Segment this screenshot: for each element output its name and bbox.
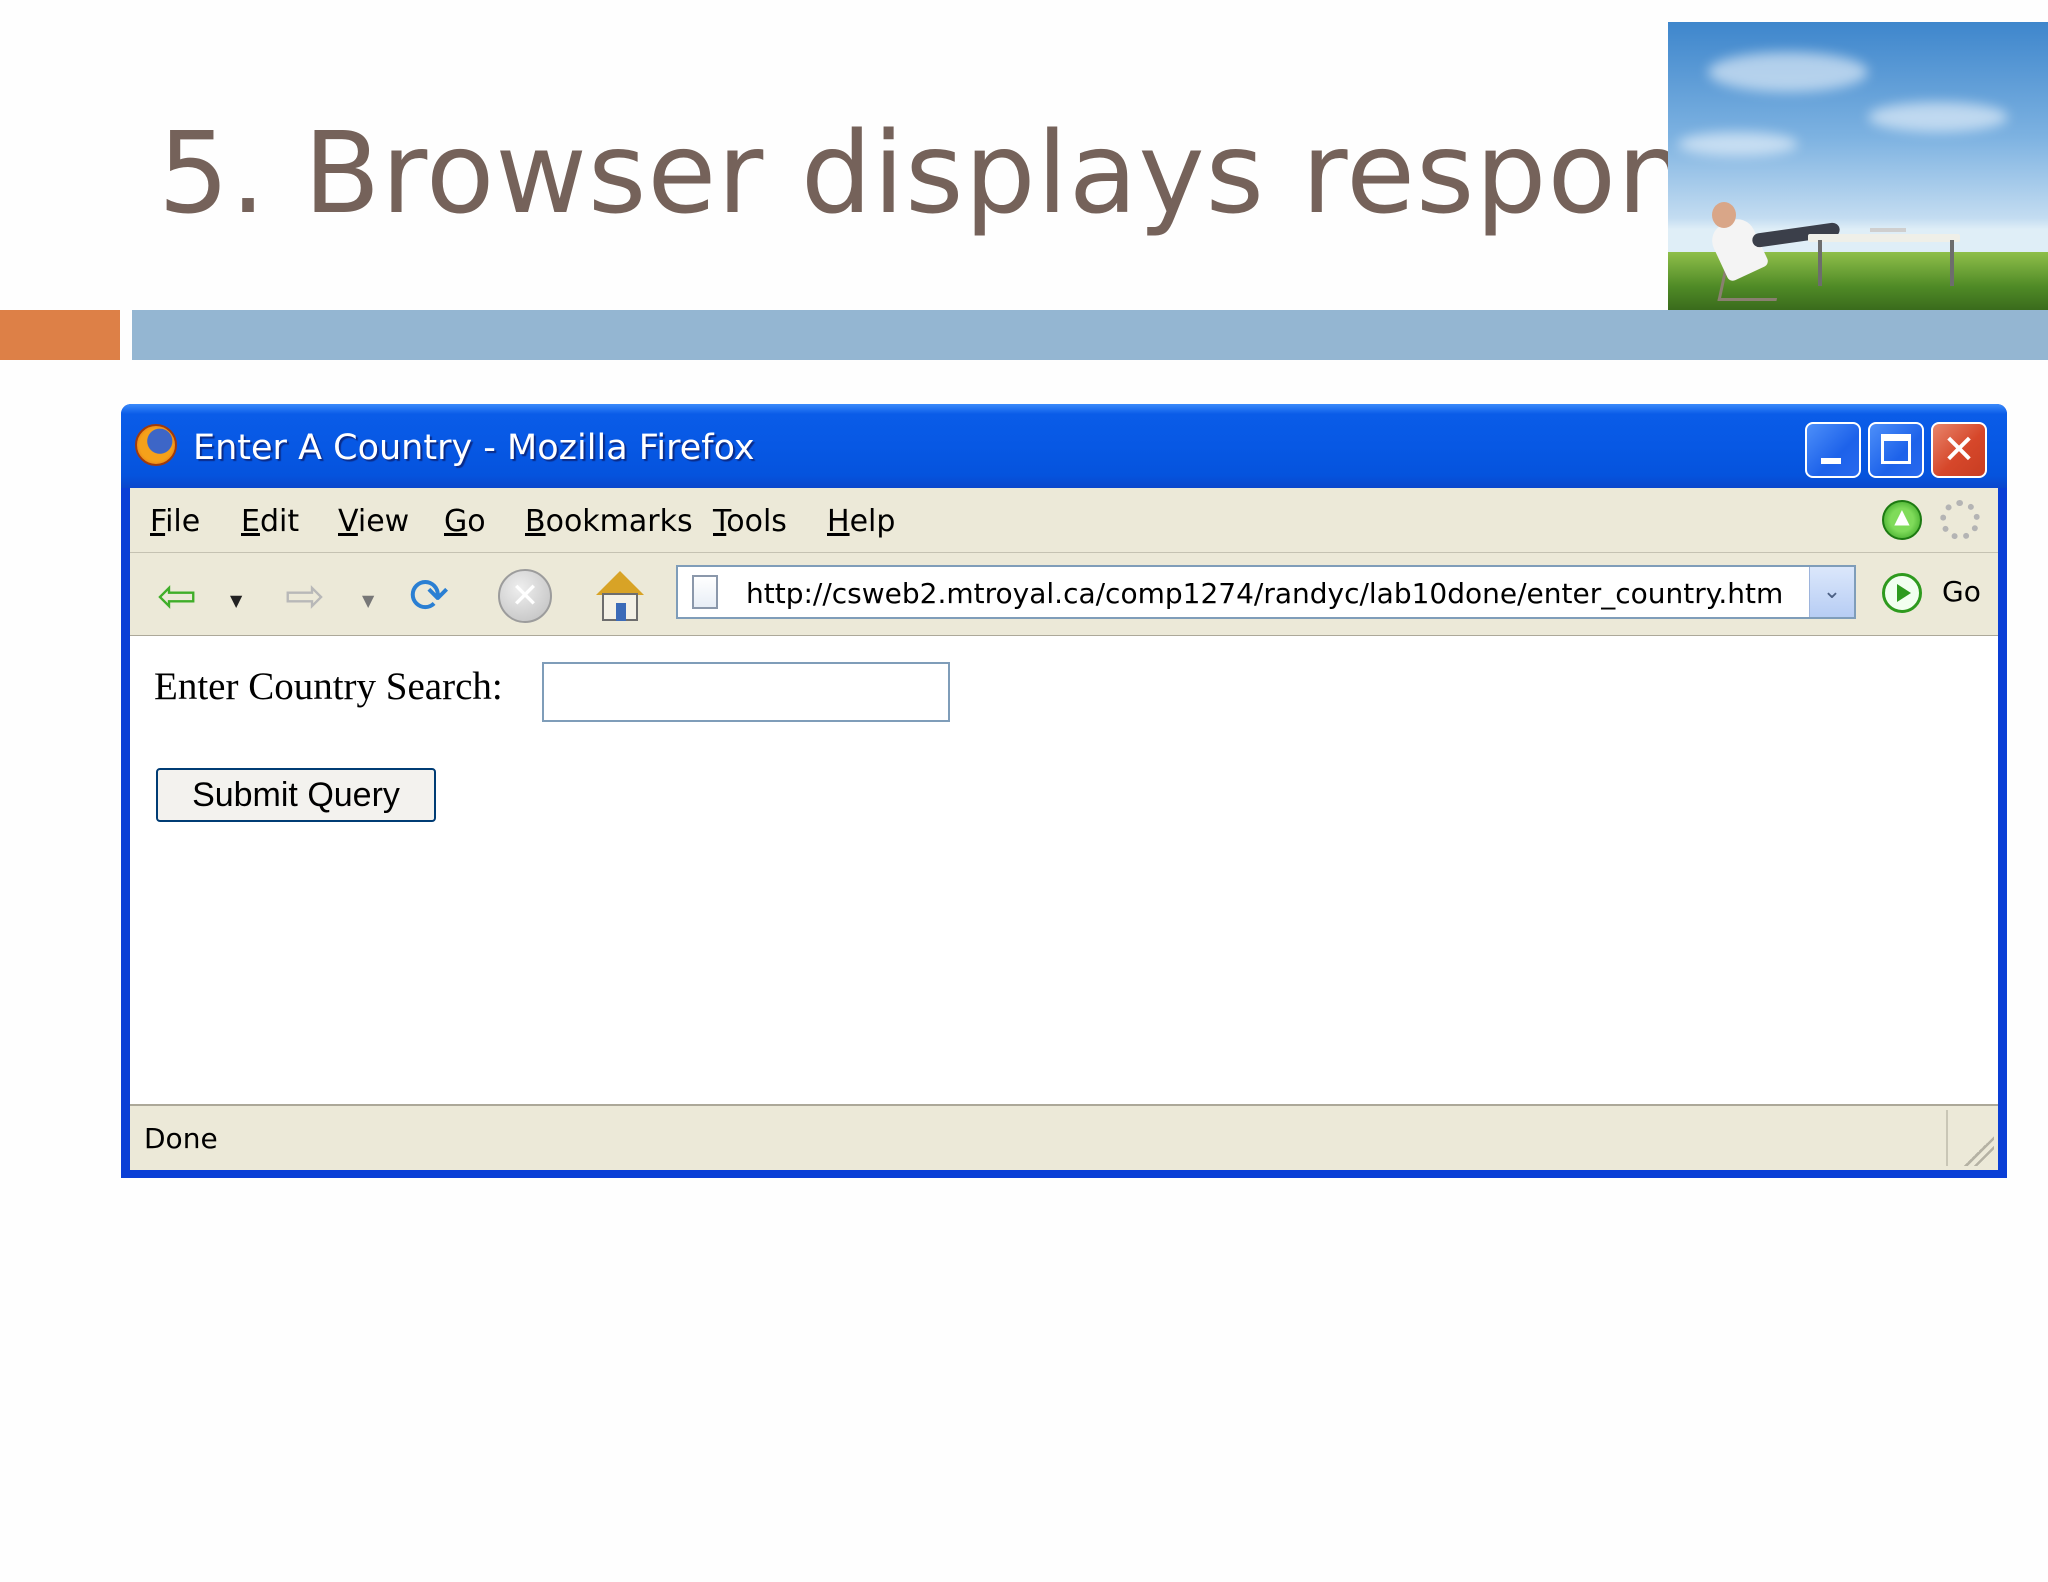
menu-bar: File Edit View Go Bookmarks Tools Help [130,488,1998,553]
firefox-icon[interactable] [135,424,177,466]
forward-icon: ⇨ [284,568,326,624]
minimize-icon [1821,458,1841,464]
accent-bar-orange [0,310,120,360]
country-search-label: Enter Country Search: [154,665,503,708]
minimize-button[interactable] [1805,422,1861,478]
close-button[interactable]: ✕ [1931,422,1987,478]
home-button[interactable] [588,565,650,627]
browser-window: Enter A Country - Mozilla Firefox ✕ File… [121,404,2007,1178]
status-bar: Done [130,1104,1998,1170]
resize-grip-icon[interactable] [1964,1136,1994,1166]
go-icon[interactable] [1882,573,1922,613]
throbber-icon [1940,500,1980,540]
slide-title: 5. Browser displays response [158,109,1819,239]
status-separator [1946,1110,1948,1166]
forward-history-dropdown[interactable]: ▼ [362,591,374,610]
address-dropdown-button[interactable]: ⌄ [1809,567,1854,617]
update-icon[interactable] [1882,500,1922,540]
menu-edit[interactable]: Edit [241,504,299,539]
stop-button[interactable]: ✕ [494,565,556,627]
forward-button[interactable]: ⇨ [274,565,336,627]
home-icon [596,571,644,621]
accent-bar-blue [132,310,2048,360]
chevron-down-icon: ⌄ [1822,579,1842,604]
back-icon: ⇦ [156,568,198,624]
reload-button[interactable]: ⟳ [398,565,460,627]
page-content: Enter Country Search: Submit Query [130,636,1998,1006]
navigation-toolbar: ⇦ ▼ ⇨ ▼ ⟳ ✕ http://csweb2.mtroyal.ca/com… [130,553,1998,637]
close-icon: ✕ [1942,427,1976,473]
browser-client-area: File Edit View Go Bookmarks Tools Help ⇦… [130,488,1998,1170]
status-text: Done [144,1122,218,1155]
country-search-input[interactable] [542,662,950,722]
stop-icon: ✕ [498,569,552,623]
window-title: Enter A Country - Mozilla Firefox [193,428,755,468]
maximize-button[interactable] [1868,422,1924,478]
reload-icon: ⟳ [408,568,450,624]
menu-go[interactable]: Go [444,504,486,539]
page-icon [692,575,718,609]
back-history-dropdown[interactable]: ▼ [230,591,242,610]
menu-help[interactable]: Help [827,504,895,539]
submit-query-button[interactable]: Submit Query [156,768,436,822]
address-text[interactable]: http://csweb2.mtroyal.ca/comp1274/randyc… [746,577,1783,610]
maximize-icon [1881,434,1911,464]
menu-bookmarks[interactable]: Bookmarks [525,504,693,539]
back-button[interactable]: ⇦ [146,565,208,627]
menu-file[interactable]: File [150,504,200,539]
menu-tools[interactable]: Tools [713,504,787,539]
go-button-label[interactable]: Go [1942,575,1981,608]
slide-photo [1668,22,2048,310]
menu-view[interactable]: View [338,504,409,539]
window-titlebar[interactable]: Enter A Country - Mozilla Firefox ✕ [121,404,2007,488]
address-bar[interactable]: http://csweb2.mtroyal.ca/comp1274/randyc… [676,565,1856,619]
